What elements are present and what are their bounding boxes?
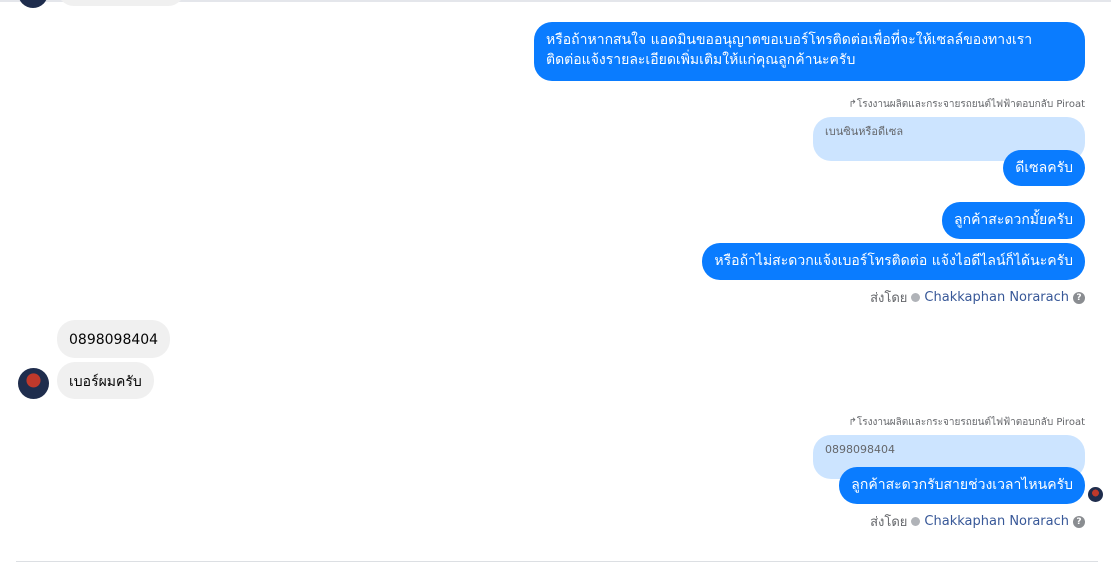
check-circle-icon bbox=[911, 293, 921, 302]
incoming-message-bubble[interactable]: 0898098404 bbox=[57, 320, 171, 358]
quoted-text: 0898098404 bbox=[825, 443, 895, 456]
outgoing-message-bubble[interactable]: หรือถ้าหากสนใจ แอดมินขออนุญาตขอเบอร์โทรต… bbox=[534, 22, 1085, 81]
incoming-message-bubble[interactable]: เบอร์ผมครับ bbox=[57, 362, 154, 399]
outgoing-message-bubble[interactable]: ลูกค้าสะดวกรับสายช่วงเวลาไหนครับ bbox=[839, 467, 1085, 504]
reply-label: ↱โรงงานผลิตและกระจายรถยนต์ไฟฟ้าตอบกลับ P… bbox=[848, 417, 1085, 428]
sender-name-link[interactable]: Chakkaphan Norarach bbox=[924, 514, 1069, 529]
message-text: ลูกค้าสะดวกมั้ยครับ bbox=[954, 212, 1073, 228]
sent-by-prefix: ส่งโดย bbox=[870, 291, 908, 306]
question-icon[interactable]: ? bbox=[1073, 515, 1085, 528]
sent-by-prefix: ส่งโดย bbox=[870, 515, 908, 530]
question-icon[interactable]: ? bbox=[1073, 291, 1085, 304]
message-text: 0898098404 bbox=[69, 332, 159, 348]
sent-by-line: ส่งโดย Chakkaphan Norarach ? bbox=[870, 511, 1085, 532]
sender-name-link[interactable]: Chakkaphan Norarach bbox=[924, 290, 1069, 305]
sent-by-line: ส่งโดย Chakkaphan Norarach ? bbox=[870, 287, 1085, 308]
check-circle-icon bbox=[911, 517, 921, 526]
outgoing-message-bubble[interactable]: หรือถ้าไม่สะดวกแจ้งเบอร์โทรติดต่อ แจ้งไอ… bbox=[702, 243, 1085, 280]
message-text: หรือถ้าไม่สะดวกแจ้งเบอร์โทรติดต่อ แจ้งไอ… bbox=[714, 253, 1073, 269]
quoted-text: เบนซินหรือดีเซล bbox=[825, 125, 904, 138]
message-text: ดีเซลครับ bbox=[1015, 160, 1073, 176]
outgoing-message-bubble[interactable]: ดีเซลครับ bbox=[1003, 150, 1085, 186]
reply-label: ↱โรงงานผลิตและกระจายรถยนต์ไฟฟ้าตอบกลับ P… bbox=[848, 99, 1085, 110]
message-text: หรือถ้าหากสนใจ แอดมินขออนุญาตขอเบอร์โทรต… bbox=[546, 32, 1033, 48]
bottom-divider bbox=[16, 561, 1098, 562]
incoming-bubble-partial bbox=[57, 0, 185, 6]
message-text: ลูกค้าสะดวกรับสายช่วงเวลาไหนครับ bbox=[851, 477, 1073, 493]
message-text: เบอร์ผมครับ bbox=[69, 374, 142, 390]
message-text: ติดต่อแจ้งรายละเอียดเพิ่มเติมให้แก่คุณลู… bbox=[546, 52, 856, 68]
avatar[interactable] bbox=[18, 368, 49, 399]
avatar[interactable] bbox=[18, 0, 48, 8]
outgoing-message-bubble[interactable]: ลูกค้าสะดวกมั้ยครับ bbox=[942, 202, 1085, 239]
seen-avatar bbox=[1088, 487, 1103, 502]
